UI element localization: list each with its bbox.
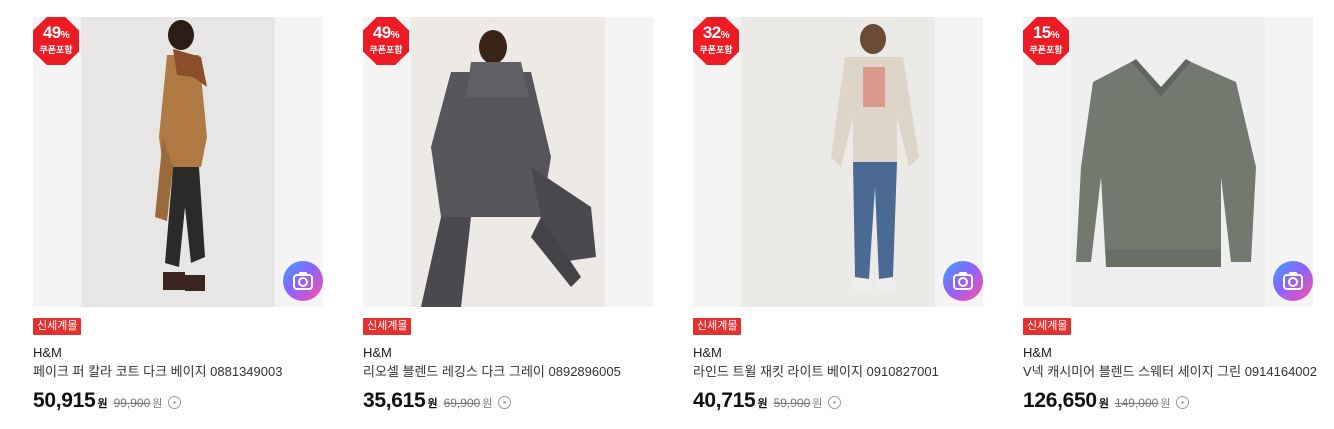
original-price-unit: 원	[1160, 398, 1171, 410]
product-thumbnail[interactable]: 32% 쿠폰포함	[693, 17, 983, 307]
discount-value: 49	[372, 23, 391, 42]
product-card[interactable]: 49% 쿠폰포함 신세계몰 H&M 페이크 퍼 칼라 코트 다크 베이지 088…	[33, 17, 323, 413]
coupon-label: 쿠폰포함	[699, 45, 733, 55]
discount-badge: 49% 쿠폰포함	[33, 17, 79, 65]
price-info-icon[interactable]	[498, 396, 512, 409]
store-tag: 신세계몰	[33, 318, 82, 335]
price-info-icon[interactable]	[168, 396, 182, 409]
discount-unit: %	[60, 30, 70, 41]
product-image	[741, 17, 935, 307]
camera-icon	[953, 272, 973, 290]
original-price: 69,900	[443, 396, 481, 410]
coupon-label: 쿠폰포함	[39, 45, 73, 55]
camera-search-button[interactable]	[1273, 261, 1313, 301]
store-tag: 신세계몰	[363, 318, 412, 335]
discount-badge: 32% 쿠폰포함	[693, 17, 739, 65]
price-row: 126,650 원 149,000 원	[1023, 389, 1313, 413]
product-name[interactable]: 페이크 퍼 칼라 코트 다크 베이지 0881349003	[33, 364, 323, 380]
discount-unit: %	[720, 30, 730, 41]
product-card[interactable]: 32% 쿠폰포함 신세계몰 H&M 라인드 트윌 재킷 라이트 베이지 0910…	[693, 17, 983, 413]
product-thumbnail[interactable]: 49% 쿠폰포함	[33, 17, 323, 307]
product-brand: H&M	[693, 345, 722, 360]
discount-unit: %	[1050, 30, 1060, 41]
product-thumbnail[interactable]: 15% 쿠폰포함	[1023, 17, 1313, 307]
product-card[interactable]: 15% 쿠폰포함 신세계몰 H&M V넥 캐시미어 블렌드 스웨터 세이지 그린…	[1023, 17, 1317, 413]
product-name[interactable]: 라인드 트윌 재킷 라이트 베이지 0910827001	[693, 364, 983, 380]
discount-badge: 15% 쿠폰포함	[1023, 17, 1069, 65]
discount-value: 32	[702, 23, 721, 42]
discount-value: 49	[42, 23, 61, 42]
original-price: 149,000	[1114, 396, 1159, 410]
sale-price: 50,915	[33, 389, 96, 412]
price-info-icon[interactable]	[1176, 396, 1190, 409]
sale-price-unit: 원	[757, 398, 768, 410]
sale-price: 40,715	[693, 389, 756, 412]
price-row: 50,915 원 99,900 원	[33, 389, 323, 413]
camera-search-button[interactable]	[283, 261, 323, 301]
original-price-unit: 원	[152, 398, 163, 410]
sale-price: 35,615	[363, 389, 426, 412]
camera-icon	[293, 272, 313, 290]
original-price-unit: 원	[812, 398, 823, 410]
original-price: 59,900	[773, 396, 811, 410]
sale-price: 126,650	[1023, 389, 1097, 412]
coupon-label: 쿠폰포함	[369, 45, 403, 55]
product-image	[1071, 17, 1265, 307]
camera-search-button[interactable]	[943, 261, 983, 301]
original-price-unit: 원	[482, 398, 493, 410]
original-price: 99,900	[113, 396, 151, 410]
discount-badge: 49% 쿠폰포함	[363, 17, 409, 65]
product-image	[81, 17, 275, 307]
product-grid: 49% 쿠폰포함 신세계몰 H&M 페이크 퍼 칼라 코트 다크 베이지 088…	[0, 0, 1334, 429]
sale-price-unit: 원	[427, 398, 438, 410]
store-tag: 신세계몰	[693, 318, 742, 335]
sale-price-unit: 원	[1098, 398, 1109, 410]
discount-unit: %	[390, 30, 400, 41]
product-name[interactable]: 리오셀 블렌드 레깅스 다크 그레이 0892896005	[363, 364, 653, 380]
product-image	[411, 17, 605, 307]
product-name[interactable]: V넥 캐시미어 블렌드 스웨터 세이지 그린 0914164002	[1023, 364, 1317, 380]
product-card[interactable]: 49% 쿠폰포함 신세계몰 H&M 리오셀 블렌드 레깅스 다크 그레이 089…	[363, 17, 653, 413]
product-brand: H&M	[1023, 345, 1052, 360]
discount-value: 15	[1032, 23, 1051, 42]
product-thumbnail[interactable]: 49% 쿠폰포함	[363, 17, 653, 307]
store-tag: 신세계몰	[1023, 318, 1072, 335]
product-brand: H&M	[33, 345, 62, 360]
camera-icon	[1283, 272, 1303, 290]
price-row: 35,615 원 69,900 원	[363, 389, 653, 413]
coupon-label: 쿠폰포함	[1029, 45, 1063, 55]
price-row: 40,715 원 59,900 원	[693, 389, 983, 413]
sale-price-unit: 원	[97, 398, 108, 410]
price-info-icon[interactable]	[828, 396, 842, 409]
product-brand: H&M	[363, 345, 392, 360]
